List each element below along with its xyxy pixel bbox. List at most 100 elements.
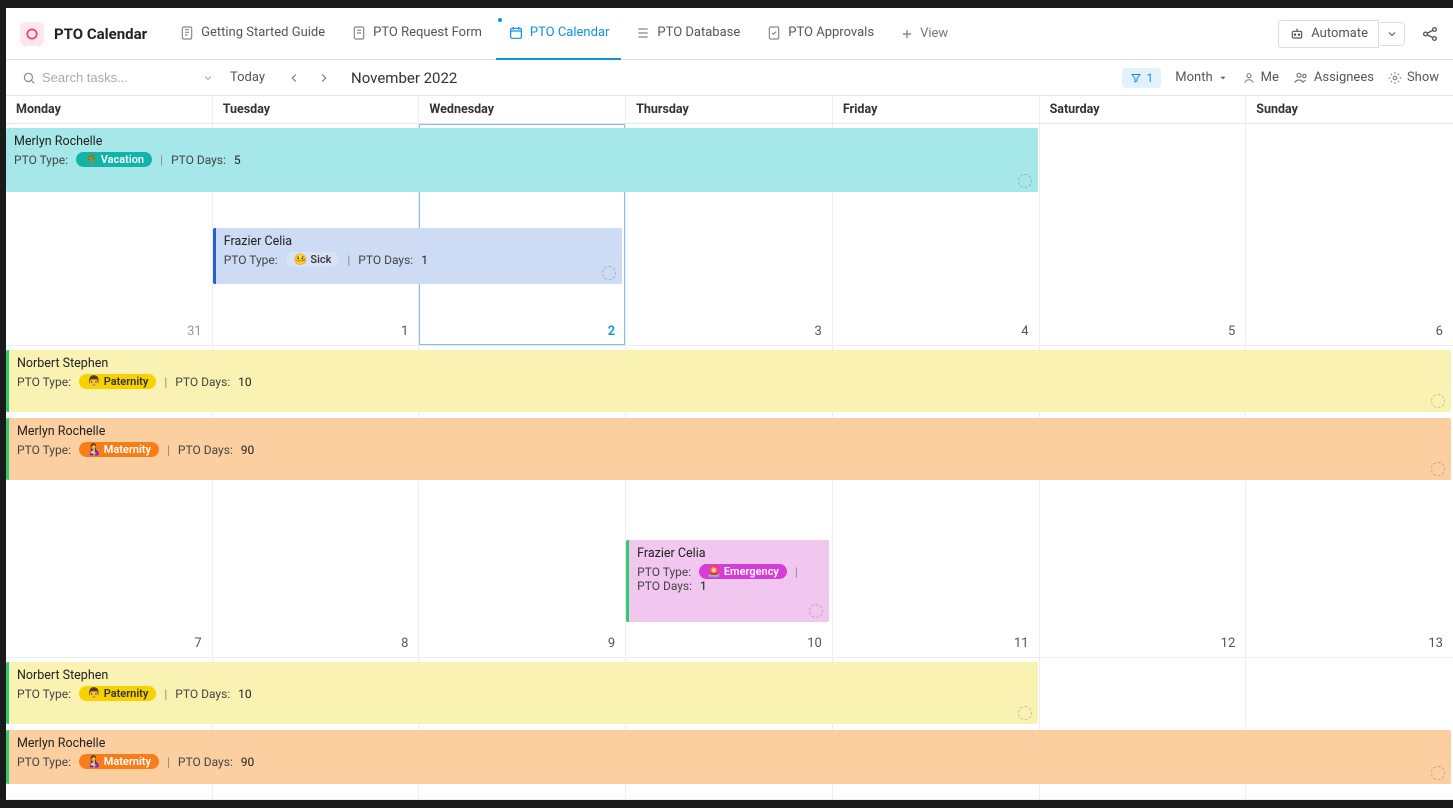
tab-label: PTO Approvals <box>788 25 874 40</box>
search-input[interactable] <box>42 70 192 85</box>
search-icon <box>22 71 36 85</box>
day-header-tue: Tuesday <box>213 96 420 123</box>
month-label: November 2022 <box>351 69 457 87</box>
pto-days-label: PTO Days: <box>358 253 413 267</box>
date: 13 <box>1428 636 1443 651</box>
tab-pto-calendar[interactable]: PTO Calendar <box>496 8 622 60</box>
date: 8 <box>401 636 408 651</box>
day-header-thu: Thursday <box>626 96 833 123</box>
chevron-right-icon <box>317 71 331 85</box>
add-view-label: View <box>920 26 948 41</box>
event-name: Merlyn Rochelle <box>17 736 1443 751</box>
chevron-left-icon <box>287 71 301 85</box>
tabs-bar: PTO Calendar Getting Started Guide PTO R… <box>6 8 1453 60</box>
day-headers: Monday Tuesday Wednesday Thursday Friday… <box>6 96 1453 124</box>
calendar-body: 31 1 2 3 4 5 6 7 8 9 10 11 12 13 <box>6 124 1453 800</box>
pto-type-label: PTO Type: <box>17 443 71 457</box>
prev-button[interactable] <box>281 67 307 89</box>
pto-days-value: 1 <box>700 579 707 593</box>
tab-label: PTO Request Form <box>373 25 482 40</box>
pto-days-label: PTO Days: <box>178 443 233 457</box>
assignees-label: Assignees <box>1314 70 1374 85</box>
event-options-icon[interactable] <box>1431 394 1445 408</box>
chevron-down-icon <box>1386 28 1398 40</box>
event-options-icon[interactable] <box>809 604 823 618</box>
date: 5 <box>1228 324 1235 339</box>
nav-arrows <box>281 67 337 89</box>
event-options-icon[interactable] <box>602 266 616 280</box>
assignees-filter[interactable]: Assignees <box>1293 70 1374 86</box>
filter-badge[interactable]: 1 <box>1122 68 1162 88</box>
me-label: Me <box>1261 70 1279 85</box>
pto-type-tag: 🤱Maternity <box>79 442 159 457</box>
tab-label: PTO Calendar <box>530 25 610 40</box>
caret-down-icon <box>1218 73 1228 83</box>
separator: | <box>167 755 170 769</box>
pto-days-value: 90 <box>241 755 255 769</box>
search-dropdown[interactable] <box>202 72 214 84</box>
pto-type-tag: 🚨Emergency <box>699 564 787 579</box>
event-name: Frazier Celia <box>224 234 614 249</box>
automate-label: Automate <box>1311 26 1368 41</box>
robot-icon <box>1289 26 1305 42</box>
add-view-button[interactable]: View <box>888 26 960 41</box>
day-header-sun: Sunday <box>1246 96 1453 123</box>
event-emergency[interactable]: Frazier Celia PTO Type: 🚨Emergency | PTO… <box>626 540 829 622</box>
date: 7 <box>194 636 201 651</box>
filter-count: 1 <box>1147 71 1154 85</box>
day-header-sat: Saturday <box>1040 96 1247 123</box>
tab-getting-started[interactable]: Getting Started Guide <box>167 8 337 60</box>
pto-type-tag: 🤒 Sick <box>286 252 340 267</box>
separator: | <box>164 687 167 701</box>
tab-request-form[interactable]: PTO Request Form <box>339 8 494 60</box>
event-maternity[interactable]: Merlyn Rochelle PTO Type: 🤱Maternity | P… <box>6 730 1451 784</box>
cell[interactable]: 6 <box>1246 124 1453 346</box>
share-button[interactable] <box>1415 19 1445 49</box>
view-mode-dropdown[interactable]: Month <box>1175 70 1227 85</box>
event-name: Frazier Celia <box>637 546 821 561</box>
separator: | <box>164 375 167 389</box>
automate-button[interactable]: Automate <box>1278 20 1379 48</box>
date: 3 <box>815 324 822 339</box>
event-options-icon[interactable] <box>1018 174 1032 188</box>
event-vacation[interactable]: Merlyn Rochelle PTO Type: 🌴Vacation | PT… <box>6 128 1038 192</box>
toolbar: Today November 2022 1 Month Me Assignees <box>6 60 1453 96</box>
event-maternity[interactable]: Merlyn Rochelle PTO Type: 🤱Maternity | P… <box>6 418 1451 480</box>
event-options-icon[interactable] <box>1018 706 1032 720</box>
tab-label: PTO Database <box>657 25 740 40</box>
date: 31 <box>187 324 202 339</box>
event-paternity[interactable]: Norbert Stephen PTO Type: 👨Paternity | P… <box>6 350 1451 412</box>
pto-type-label: PTO Type: <box>637 565 691 579</box>
date: 9 <box>608 636 615 651</box>
event-name: Norbert Stephen <box>17 668 1030 683</box>
pto-type-label: PTO Type: <box>17 375 71 389</box>
pto-type-label: PTO Type: <box>14 153 68 167</box>
date: 4 <box>1021 324 1028 339</box>
date: 6 <box>1436 324 1443 339</box>
me-filter[interactable]: Me <box>1242 70 1279 85</box>
pto-days-value: 10 <box>238 375 252 389</box>
event-options-icon[interactable] <box>1431 462 1445 476</box>
tab-pto-database[interactable]: PTO Database <box>623 8 752 60</box>
separator: | <box>795 565 798 579</box>
cell[interactable]: 5 <box>1040 124 1247 346</box>
date: 12 <box>1221 636 1236 651</box>
chevron-down-icon <box>202 72 214 84</box>
day-header-mon: Monday <box>6 96 213 123</box>
event-name: Merlyn Rochelle <box>17 424 1443 439</box>
today-button[interactable]: Today <box>224 66 271 89</box>
day-header-wed: Wednesday <box>419 96 626 123</box>
filter-icon <box>1130 72 1142 84</box>
event-sick[interactable]: Frazier Celia PTO Type: 🤒 Sick | PTO Day… <box>213 228 622 284</box>
next-button[interactable] <box>311 67 337 89</box>
date: 11 <box>1014 636 1029 651</box>
date: 10 <box>807 636 822 651</box>
automate-dropdown[interactable] <box>1380 22 1405 46</box>
event-options-icon[interactable] <box>1431 766 1445 780</box>
tab-pto-approvals[interactable]: PTO Approvals <box>754 8 886 60</box>
event-paternity[interactable]: Norbert Stephen PTO Type: 👨Paternity | P… <box>6 662 1038 724</box>
pto-type-tag: 👨Paternity <box>79 374 156 389</box>
pto-days-value: 1 <box>421 253 428 267</box>
pto-type-label: PTO Type: <box>17 687 71 701</box>
show-options[interactable]: Show <box>1388 70 1439 85</box>
